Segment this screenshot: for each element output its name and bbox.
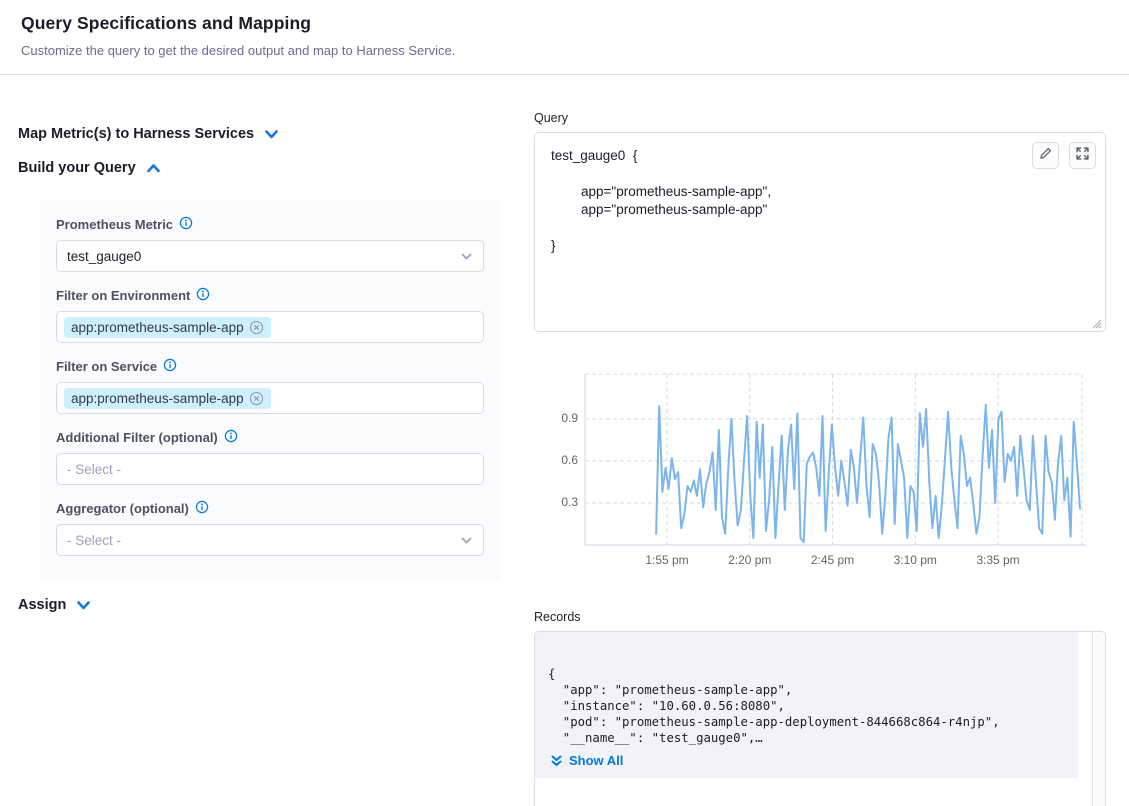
fullscreen-icon xyxy=(1075,146,1090,166)
aggregator-placeholder: - Select - xyxy=(67,533,121,548)
info-icon[interactable] xyxy=(196,287,210,304)
query-editor[interactable]: test_gauge0 { app="prometheus-sample-app… xyxy=(534,132,1106,332)
x-axis-tick-label: 1:55 pm xyxy=(639,553,695,567)
query-text[interactable]: test_gauge0 { app="prometheus-sample-app… xyxy=(551,147,771,255)
chip-label: app:prometheus-sample-app xyxy=(71,320,244,335)
filter-environment-input[interactable]: app:prometheus-sample-app xyxy=(56,311,484,343)
prometheus-metric-select[interactable]: test_gauge0 xyxy=(56,240,484,272)
vertical-scrollbar[interactable] xyxy=(1092,632,1105,806)
filter-service-input[interactable]: app:prometheus-sample-app xyxy=(56,382,484,414)
query-specifications-page: Query Specifications and Mapping Customi… xyxy=(0,0,1129,806)
additional-filter-placeholder: - Select - xyxy=(67,462,121,477)
show-all-label: Show All xyxy=(569,753,623,768)
y-axis-tick-label: 0.9 xyxy=(561,411,578,425)
section-build-query-label: Build your Query xyxy=(18,160,136,176)
section-build-query[interactable]: Build your Query xyxy=(18,160,161,176)
x-axis-tick-label: 2:45 pm xyxy=(805,553,861,567)
edit-query-button[interactable] xyxy=(1032,142,1059,169)
field-aggregator: Aggregator (optional) - Select - xyxy=(56,500,484,556)
record-json-text: { "app": "prometheus-sample-app", "insta… xyxy=(548,666,1066,746)
aggregator-select[interactable]: - Select - xyxy=(56,524,484,556)
chevron-down-icon xyxy=(460,534,473,550)
filter-environment-label: Filter on Environment xyxy=(56,288,190,303)
prometheus-metric-label: Prometheus Metric xyxy=(56,217,173,232)
remove-chip-icon[interactable] xyxy=(249,320,264,335)
query-section-label: Query xyxy=(534,111,568,125)
field-prometheus-metric: Prometheus Metric test_gauge0 xyxy=(56,216,484,272)
remove-chip-icon[interactable] xyxy=(249,391,264,406)
info-icon[interactable] xyxy=(224,429,238,446)
chip-label: app:prometheus-sample-app xyxy=(71,391,244,406)
show-all-button[interactable]: Show All xyxy=(550,753,1066,768)
info-icon[interactable] xyxy=(163,358,177,375)
chart-canvas xyxy=(534,368,1106,573)
chevron-down-icon xyxy=(264,128,279,141)
field-additional-filter: Additional Filter (optional) - Select - xyxy=(56,429,484,485)
additional-filter-input[interactable]: - Select - xyxy=(56,453,484,485)
section-assign[interactable]: Assign xyxy=(18,597,91,613)
record-card: { "app": "prometheus-sample-app", "insta… xyxy=(535,632,1078,778)
x-axis-tick-label: 3:10 pm xyxy=(887,553,943,567)
prometheus-metric-value: test_gauge0 xyxy=(67,249,141,264)
double-chevron-down-icon xyxy=(550,754,563,768)
section-map-metrics-label: Map Metric(s) to Harness Services xyxy=(18,126,254,142)
y-axis-tick-label: 0.6 xyxy=(561,453,578,467)
header-divider xyxy=(0,74,1129,75)
chevron-up-icon xyxy=(146,162,161,175)
chevron-down-icon xyxy=(460,250,473,266)
field-filter-service: Filter on Service app:prometheus-sample-… xyxy=(56,358,484,414)
additional-filter-label: Additional Filter (optional) xyxy=(56,430,218,445)
page-subtitle: Customize the query to get the desired o… xyxy=(21,43,455,58)
query-builder-panel: Prometheus Metric test_gauge0 Filter on … xyxy=(40,200,500,580)
info-icon[interactable] xyxy=(179,216,193,233)
y-axis-tick-label: 0.3 xyxy=(561,495,578,509)
chevron-down-icon xyxy=(76,599,91,612)
section-map-metrics[interactable]: Map Metric(s) to Harness Services xyxy=(18,126,279,142)
records-container: { "app": "prometheus-sample-app", "insta… xyxy=(534,631,1106,806)
environment-filter-chip[interactable]: app:prometheus-sample-app xyxy=(64,317,271,338)
resize-handle[interactable] xyxy=(1090,316,1102,328)
section-assign-label: Assign xyxy=(18,597,66,613)
service-filter-chip[interactable]: app:prometheus-sample-app xyxy=(64,388,271,409)
expand-query-button[interactable] xyxy=(1069,142,1096,169)
x-axis-tick-label: 2:20 pm xyxy=(722,553,778,567)
records-section-label: Records xyxy=(534,610,581,624)
metric-series-line xyxy=(656,405,1080,542)
pencil-icon xyxy=(1038,146,1053,166)
aggregator-label: Aggregator (optional) xyxy=(56,501,189,516)
x-axis-tick-label: 3:35 pm xyxy=(970,553,1026,567)
timeseries-chart: 0.3 0.6 0.9 1:55 pm 2:20 pm 2:45 pm 3:10 pm 3:3… xyxy=(534,368,1106,573)
filter-service-label: Filter on Service xyxy=(56,359,157,374)
page-title: Query Specifications and Mapping xyxy=(21,13,311,34)
field-filter-environment: Filter on Environment app:prometheus-sam… xyxy=(56,287,484,343)
info-icon[interactable] xyxy=(195,500,209,517)
